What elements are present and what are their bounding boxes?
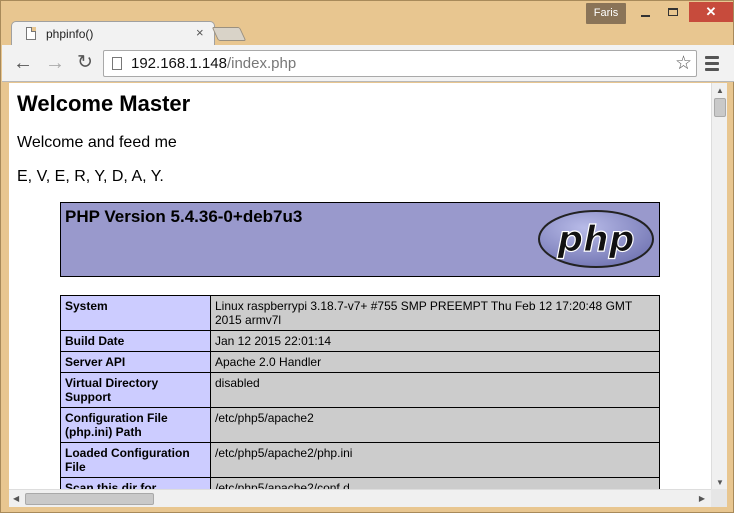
page-icon (112, 57, 122, 70)
scroll-up-icon[interactable]: ▲ (716, 86, 724, 95)
table-value-cell: /etc/php5/apache2 (210, 407, 660, 443)
profile-button[interactable]: Faris (586, 3, 626, 24)
table-value-cell: disabled (210, 372, 660, 408)
php-logo-icon: php (538, 210, 654, 268)
title-bar: Faris ✕ phpinfo() × (1, 1, 734, 45)
page-heading: Welcome Master (17, 91, 191, 116)
scroll-right-icon[interactable]: ▶ (699, 494, 705, 503)
minimize-button[interactable] (631, 2, 659, 22)
scroll-corner (711, 489, 727, 507)
tab-close-icon[interactable]: × (196, 25, 204, 40)
page-viewport: Welcome Master Welcome and feed me E, V,… (9, 83, 727, 507)
minimize-icon (640, 14, 650, 17)
table-value-cell: /etc/php5/apache2/php.ini (210, 442, 660, 478)
maximize-button[interactable] (659, 2, 687, 22)
welcome-text: Welcome and feed me (17, 134, 177, 151)
php-version-title: PHP Version 5.4.36-0+deb7u3 (65, 207, 303, 226)
address-bar[interactable]: 192.168.1.148/index.php ☆ (103, 50, 697, 77)
tab-title: phpinfo() (46, 27, 94, 41)
tab-phpinfo[interactable]: phpinfo() × (11, 21, 215, 45)
table-key-cell: Build Date (60, 330, 211, 352)
php-info-table: System Linux raspberrypi 3.18.7-v7+ #755 … (60, 295, 660, 489)
scroll-down-icon[interactable]: ▼ (716, 478, 724, 487)
table-value-cell: Linux raspberrypi 3.18.7-v7+ #755 SMP PR… (210, 295, 660, 331)
maximize-icon (668, 7, 678, 16)
table-value-cell: Apache 2.0 Handler (210, 351, 660, 373)
toolbar: ← → ↻ 192.168.1.148/index.php ☆ (2, 45, 734, 82)
table-row: Build Date Jan 12 2015 22:01:14 (60, 330, 660, 352)
table-row: Loaded Configuration File/etc/php5/apach… (60, 442, 660, 478)
table-key-cell: System (60, 295, 211, 331)
url-path: /index.php (226, 55, 297, 72)
back-button[interactable]: ← (11, 51, 35, 75)
horizontal-scrollbar[interactable]: ◀ ▶ (9, 489, 711, 507)
table-key-cell: Server API (60, 351, 211, 373)
hamburger-icon-bar (705, 68, 719, 71)
menu-button[interactable] (705, 56, 719, 74)
hamburger-icon-bar (705, 62, 719, 65)
table-row: System Linux raspberrypi 3.18.7-v7+ #755 … (60, 295, 660, 331)
forward-button[interactable]: → (43, 51, 67, 75)
table-value-cell: /etc/php5/apache2/conf.d (210, 477, 660, 489)
svg-text:php: php (556, 219, 634, 260)
hamburger-icon (705, 56, 719, 59)
vertical-scrollbar[interactable]: ▲ ▼ (711, 83, 727, 489)
close-window-button[interactable]: ✕ (689, 2, 733, 22)
php-version-header: PHP Version 5.4.36-0+deb7u3 php (60, 202, 660, 277)
table-key-cell: Virtual Directory Support (60, 372, 211, 408)
reload-button[interactable]: ↻ (73, 51, 97, 75)
url-text[interactable]: 192.168.1.148/index.php (131, 55, 296, 72)
browser-window: Faris ✕ phpinfo() × ← → ↻ 192.168.1.148/… (0, 0, 734, 513)
table-key-cell: Scan this dir for additional .ini files (60, 477, 211, 489)
url-host: 192.168.1.148 (131, 55, 227, 72)
page-content: Welcome Master Welcome and feed me E, V,… (9, 83, 711, 489)
page-icon (26, 27, 36, 40)
scroll-left-icon[interactable]: ◀ (13, 494, 19, 503)
bookmark-star-icon[interactable]: ☆ (675, 52, 692, 75)
table-key-cell: Configuration File (php.ini) Path (60, 407, 211, 443)
new-tab-button[interactable] (211, 27, 247, 41)
table-value-cell: Jan 12 2015 22:01:14 (210, 330, 660, 352)
vertical-scroll-thumb[interactable] (714, 98, 726, 117)
table-row: Scan this dir for additional .ini files/… (60, 477, 660, 489)
table-key-cell: Loaded Configuration File (60, 442, 211, 478)
everyday-text: E, V, E, R, Y, D, A, Y. (17, 168, 164, 185)
table-row: Virtual Directory Support disabled (60, 372, 660, 408)
table-row: Server API Apache 2.0 Handler (60, 351, 660, 373)
table-row: Configuration File (php.ini) Path/etc/ph… (60, 407, 660, 443)
horizontal-scroll-thumb[interactable] (25, 493, 154, 505)
